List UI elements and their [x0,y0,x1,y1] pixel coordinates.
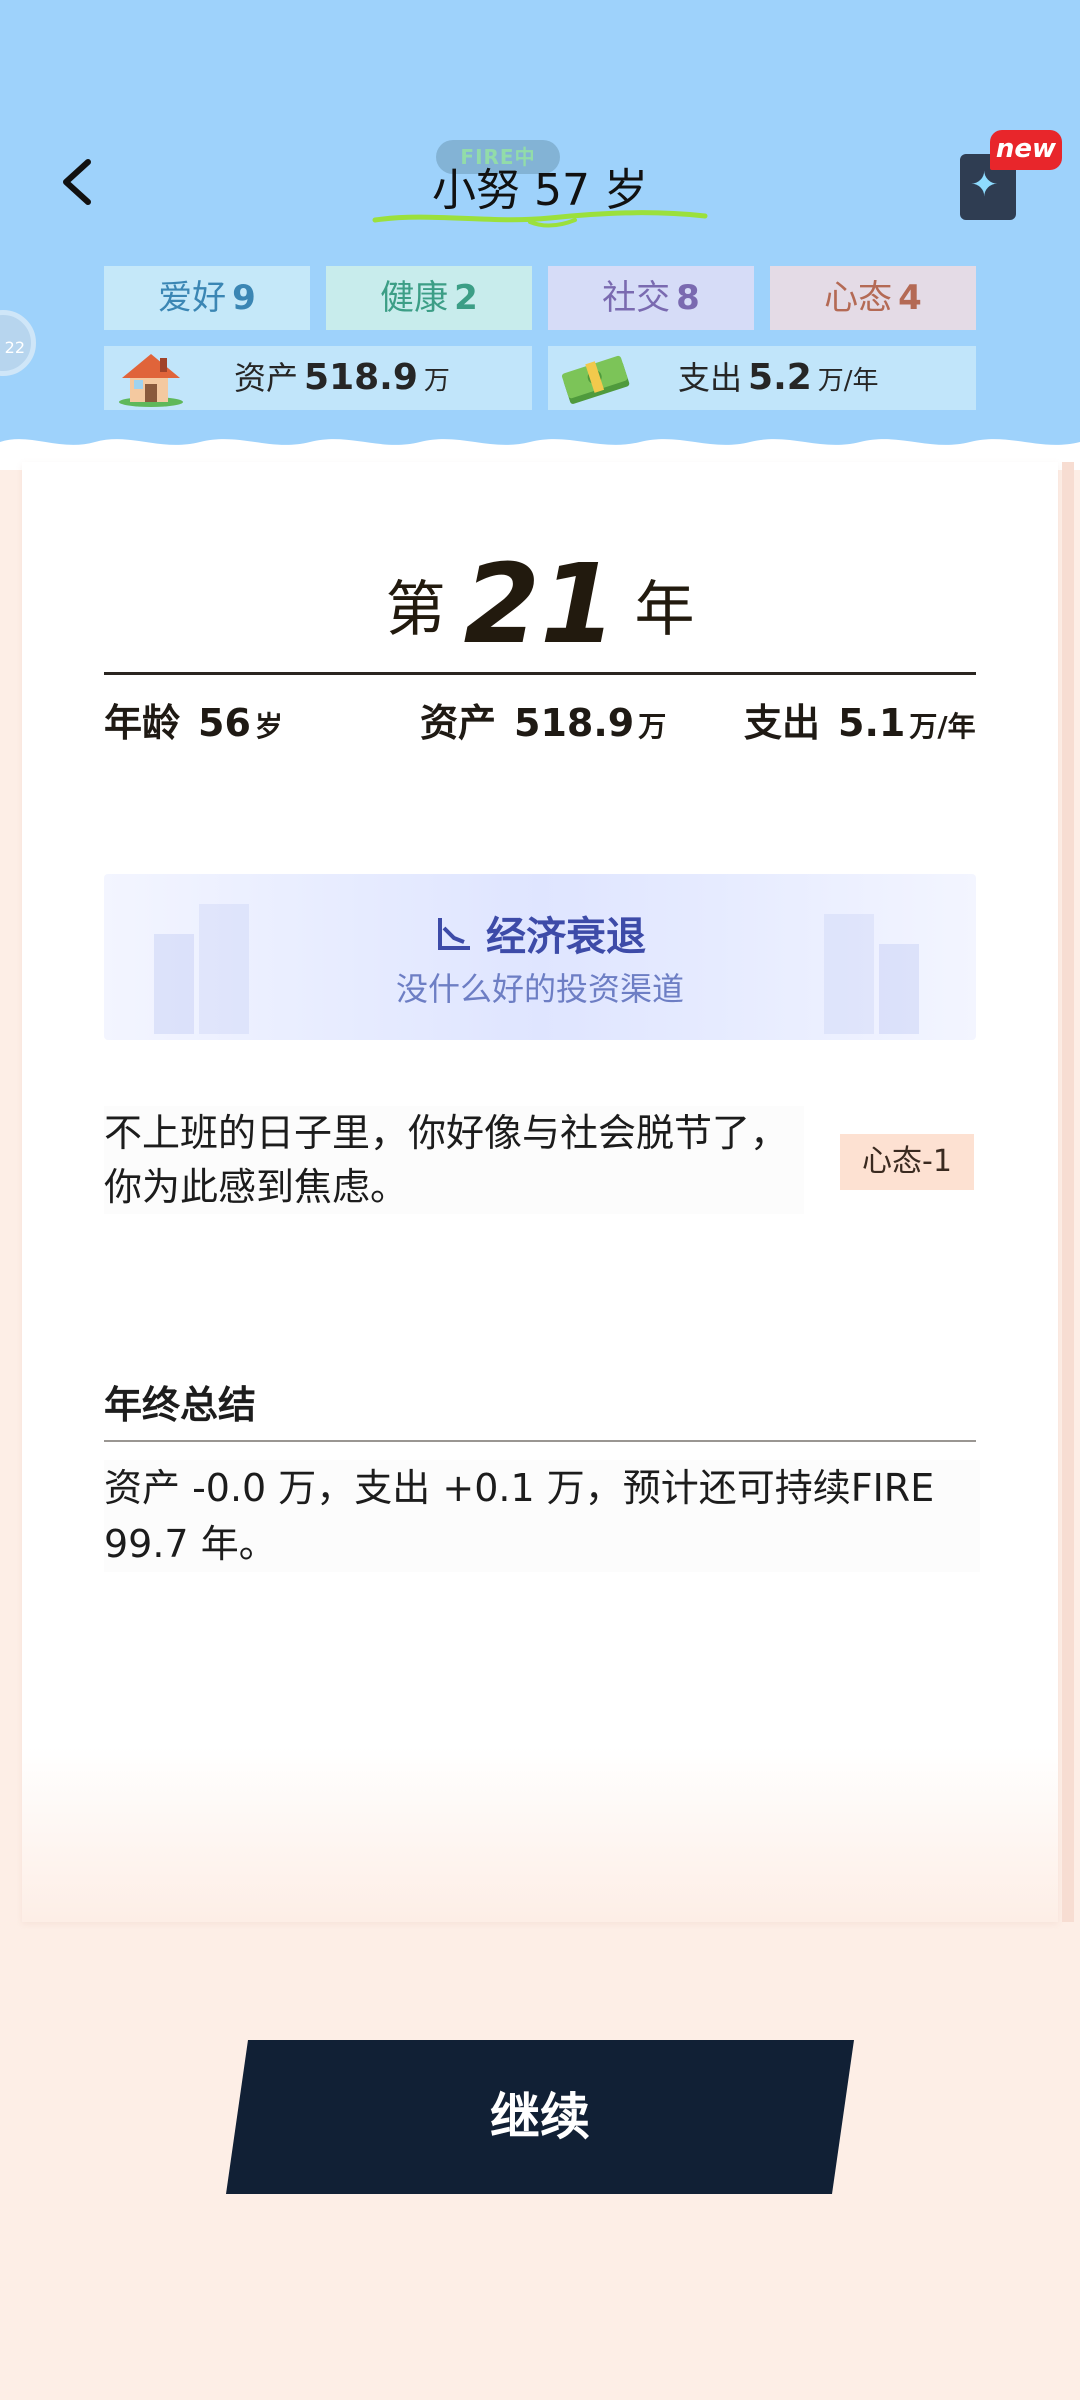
info-age-label: 年龄 [104,701,181,745]
continue-button[interactable]: 继续 [226,2040,854,2194]
stat-hobby-value: 9 [232,278,256,318]
stat-social: 社交 8 [548,266,754,330]
info-assets-unit: 万 [638,710,667,743]
info-expense: 支出 5.1 万/年 [744,692,976,747]
year-info-row: 年龄 56 岁 资产 518.9 万 支出 5.1 万/年 [104,692,976,752]
assets-value: 518.9 [304,357,418,398]
attribute-stats: 爱好 9 健康 2 社交 8 心态 4 [104,266,976,330]
chevron-left-icon [63,159,91,205]
assets-panel: 资产 518.9 万 [104,346,532,410]
money-stack-icon [561,355,630,404]
info-expense-unit: 万/年 [909,710,976,743]
stat-mood-value: 4 [898,278,922,318]
expense-text: 支出 5.2 万/年 [678,346,879,413]
chart-decline-icon [438,918,470,950]
character-title: FIRE中 小努 57 岁 [360,140,720,240]
house-icon [119,354,183,407]
divider [104,672,976,675]
info-age: 年龄 56 岁 [104,692,283,747]
event-title-text: 经济衰退 [486,914,646,960]
year-suffix: 年 [634,575,695,645]
back-button[interactable] [48,150,112,214]
assets-label: 资产 [234,359,299,397]
assets-unit: 万 [423,366,450,396]
stat-hobby: 爱好 9 [104,266,310,330]
info-age-unit: 岁 [254,710,283,743]
green-underline-scribble [372,210,708,228]
sparkle-icon: ✦ [970,165,999,205]
expense-value: 5.2 [748,357,812,398]
info-age-value: 56 [198,701,251,745]
new-badge: new [990,130,1062,170]
expense-label: 支出 [678,359,743,397]
card-edge-decoration [1062,462,1074,1922]
year-prefix: 第 [385,575,446,645]
info-expense-label: 支出 [744,701,821,745]
finance-summary: 资产 518.9 万 支出 5.2 万/年 [104,346,976,410]
stat-hobby-label: 爱好 [158,278,227,318]
expense-panel: 支出 5.2 万/年 [548,346,976,410]
divider [104,1440,976,1442]
stat-health-value: 2 [454,278,478,318]
summary-title: 年终总结 [104,1383,257,1427]
summary-text: 资产 -0.0 万，支出 +0.1 万，预计还可持续FIRE 99.7 年。 [104,1460,980,1572]
stat-mood: 心态 4 [770,266,976,330]
info-assets-label: 资产 [420,701,497,745]
stat-health: 健康 2 [326,266,532,330]
assets-text: 资产 518.9 万 [234,346,450,413]
event-banner: 经济衰退 没什么好的投资渠道 [104,874,976,1040]
event-subtitle: 没什么好的投资渠道 [395,970,684,1008]
stat-social-label: 社交 [602,278,671,318]
info-expense-value: 5.1 [838,701,906,745]
year-number: 21 [463,540,617,668]
year-heading: 第 21 年 [0,540,1080,668]
event-description: 不上班的日子里，你好像与社会脱节了，你为此感到焦虑。 [104,1106,804,1214]
info-assets: 资产 518.9 万 [420,692,666,747]
stat-social-value: 8 [676,278,700,318]
info-assets-value: 518.9 [514,701,635,745]
continue-label: 继续 [490,2088,590,2146]
effect-badge: 心态-1 [840,1134,974,1190]
event-title: 经济衰退 [104,904,976,962]
stat-mood-label: 心态 [824,278,893,318]
expense-unit: 万/年 [817,366,879,396]
stat-health-label: 健康 [380,278,449,318]
